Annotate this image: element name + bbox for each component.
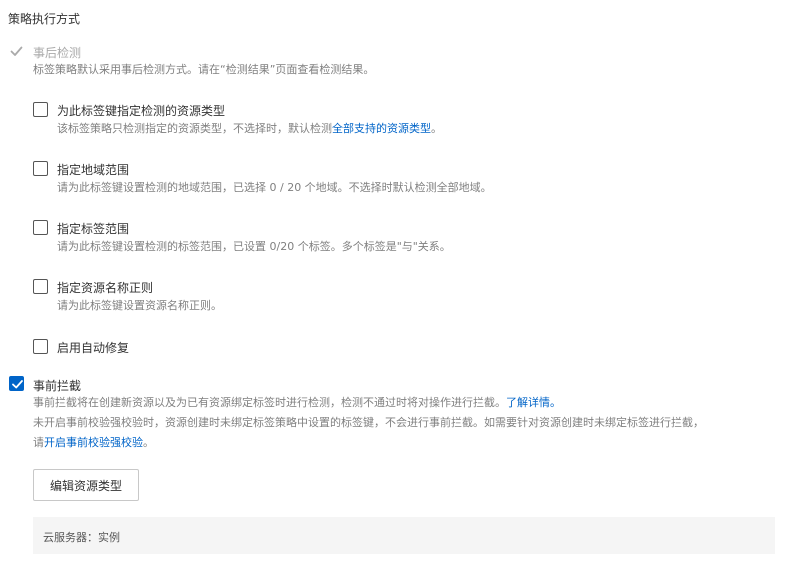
tag-scope-label[interactable]: 指定标签范围: [57, 220, 129, 237]
post-check-checkbox: [9, 44, 24, 59]
resource-type-panel: 云服务器：实例: [33, 517, 775, 554]
checkmark-icon: [10, 46, 23, 56]
pre-check-desc-end: 。: [143, 436, 154, 449]
all-supported-resource-types-link[interactable]: 全部支持的资源类型: [332, 122, 431, 135]
post-check-desc: 标签策略默认采用事后检测方式。请在“检测结果”页面查看检测结果。: [33, 63, 375, 76]
checkmark-icon: [12, 380, 23, 389]
pre-check-desc-line1: 事前拦截将在创建新资源以及为已有资源绑定标签时进行检测，检测不通过时将对操作进行…: [33, 395, 561, 411]
auto-remediation-label[interactable]: 启用自动修复: [57, 339, 129, 356]
resource-type-label[interactable]: 为此标签键指定检测的资源类型: [57, 102, 225, 119]
resource-type-desc-text: 该标签策略只检测指定的资源类型，不选择时，默认检测: [57, 122, 332, 135]
resource-name-regex-checkbox[interactable]: [33, 279, 48, 294]
region-scope-label[interactable]: 指定地域范围: [57, 161, 129, 178]
region-scope-checkbox[interactable]: [33, 161, 48, 176]
pre-check-desc-prefix: 请: [33, 436, 44, 449]
resource-type-desc: 该标签策略只检测指定的资源类型，不选择时，默认检测全部支持的资源类型。: [57, 121, 442, 137]
resource-name-regex-label[interactable]: 指定资源名称正则: [57, 279, 153, 296]
tag-scope-desc: 请为此标签键设置检测的标签范围，已设置 0/20 个标签。多个标签是"与"关系。: [57, 240, 451, 253]
tag-scope-checkbox[interactable]: [33, 220, 48, 235]
region-scope-desc: 请为此标签键设置检测的地域范围，已选择 0 / 20 个地域。不选择时默认检测全…: [57, 181, 492, 194]
resource-type-checkbox[interactable]: [33, 102, 48, 117]
pre-check-checkbox[interactable]: [9, 376, 24, 391]
pre-check-desc-line3: 请开启事前校验强校验。: [33, 435, 154, 451]
auto-remediation-checkbox[interactable]: [33, 339, 48, 354]
post-check-label: 事后检测: [33, 46, 82, 60]
edit-resource-type-button[interactable]: 编辑资源类型: [33, 469, 139, 501]
section-title: 策略执行方式: [8, 12, 81, 26]
pre-check-label[interactable]: 事前拦截: [33, 377, 81, 394]
resource-type-desc-end: 。: [431, 122, 442, 135]
enable-strong-precheck-link[interactable]: 开启事前校验强校验: [44, 436, 143, 449]
resource-type-panel-text: 云服务器：实例: [43, 531, 120, 544]
pre-check-desc-text: 事前拦截将在创建新资源以及为已有资源绑定标签时进行检测，检测不通过时将对操作进行…: [33, 396, 506, 409]
pre-check-desc-line2: 未开启事前校验强校验时，资源创建时未绑定标签策略中设置的标签键，不会进行事前拦截…: [33, 416, 704, 429]
resource-name-regex-desc: 请为此标签键设置资源名称正则。: [57, 299, 222, 312]
learn-more-link[interactable]: 了解详情。: [506, 396, 561, 409]
